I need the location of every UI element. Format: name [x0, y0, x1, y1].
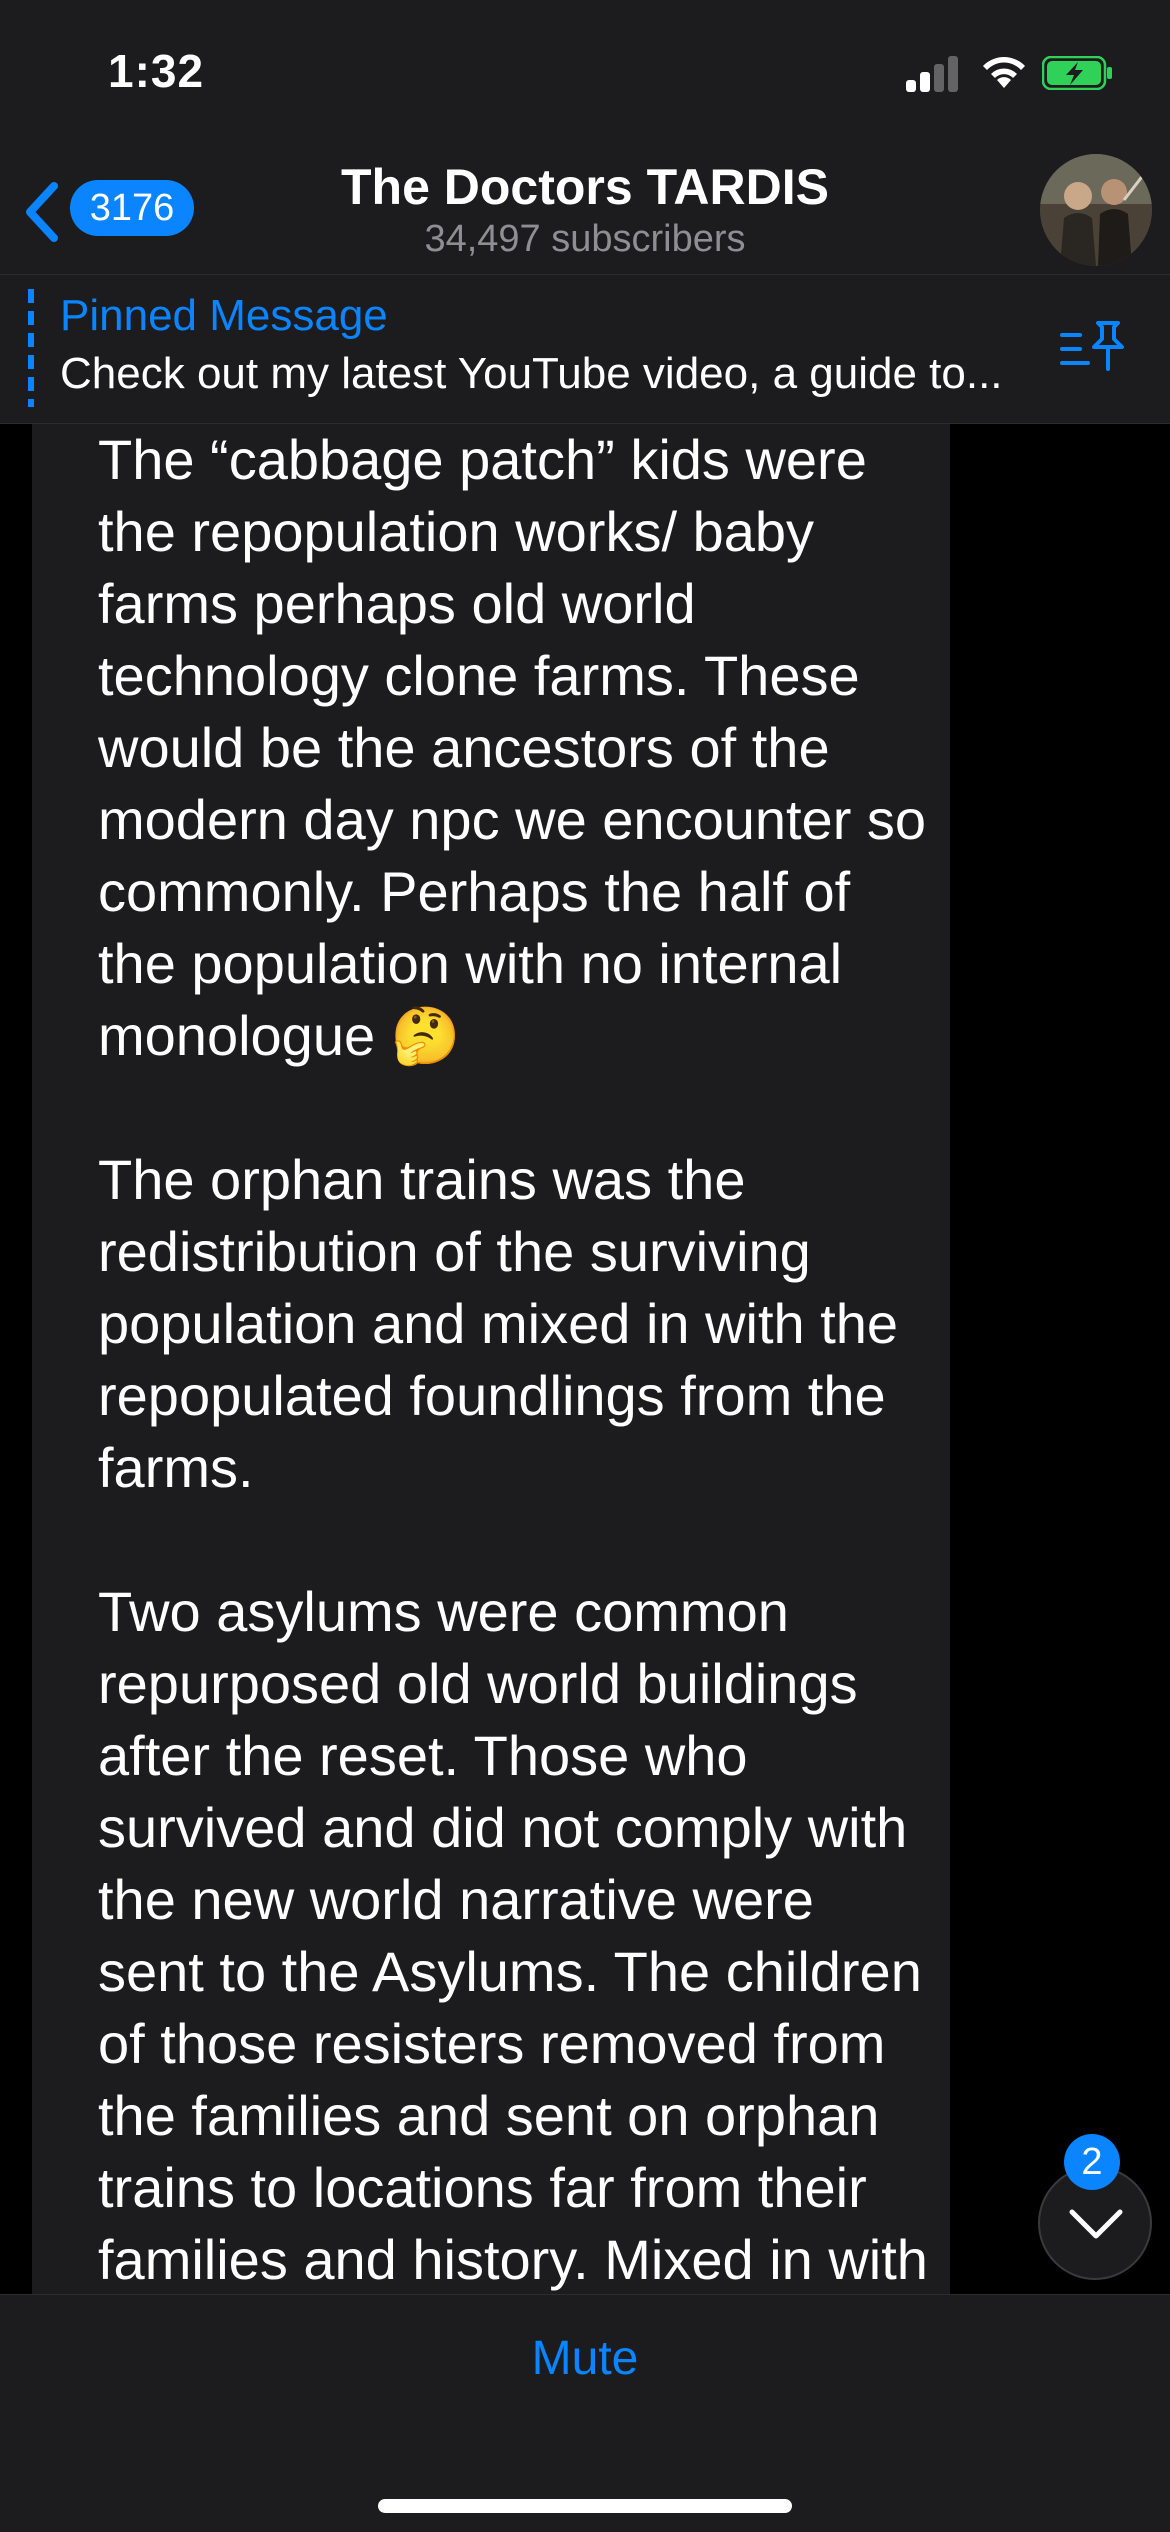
wifi-icon	[983, 57, 1025, 88]
channel-avatar[interactable]	[1040, 154, 1152, 266]
status-bar: 1:32	[0, 0, 1170, 140]
channel-title[interactable]: The Doctors TARDIS	[0, 158, 1170, 216]
unread-count-badge: 2	[1064, 2134, 1120, 2190]
chat-header: 3176 The Doctors TARDIS 34,497 subscribe…	[0, 140, 1170, 274]
bottom-bar: Mute	[0, 2294, 1170, 2532]
message-text: The “cabbage patch” kids were the repopu…	[98, 428, 928, 2291]
pinned-title: Pinned Message	[60, 291, 388, 340]
battery-charging-icon	[1042, 56, 1112, 90]
pinned-text: Check out my latest YouTube video, a gui…	[60, 349, 1003, 398]
message-bubble[interactable]: The “cabbage patch” kids were the repopu…	[32, 424, 950, 2294]
status-time: 1:32	[108, 45, 205, 97]
pinned-indicator	[28, 289, 34, 407]
chat-area[interactable]: The “cabbage patch” kids were the repopu…	[0, 424, 1170, 2294]
cellular-signal-icon	[906, 56, 960, 92]
subscriber-count: 34,497 subscribers	[424, 218, 746, 260]
pinned-list-icon[interactable]	[1058, 317, 1126, 375]
home-indicator	[378, 2499, 792, 2513]
pinned-message-bar[interactable]: Pinned Message Check out my latest YouTu…	[0, 274, 1170, 424]
chevron-down-icon	[1069, 2209, 1123, 2239]
mute-button[interactable]: Mute	[0, 2331, 1170, 2386]
